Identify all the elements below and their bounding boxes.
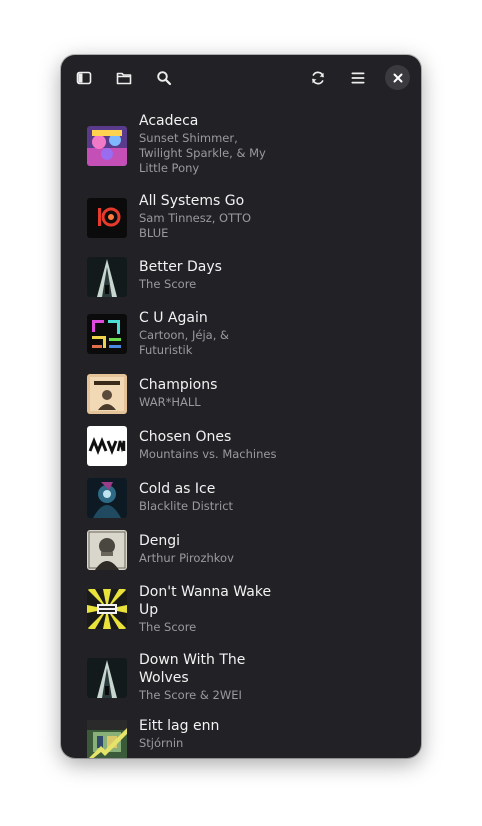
- track-text: C U Again Cartoon, Jéja, & Futuristik: [139, 309, 279, 358]
- track-row[interactable]: Champions WAR*HALL: [61, 364, 421, 416]
- album-art: [87, 257, 127, 297]
- track-row[interactable]: Better Days The Score: [61, 246, 421, 298]
- album-art: [87, 720, 127, 758]
- track-artist: Arthur Pirozhkov: [139, 551, 234, 565]
- sidebar-toggle-icon: [76, 71, 92, 85]
- track-row[interactable]: Acadeca Sunset Shimmer, Twilight Sparkle…: [61, 101, 421, 181]
- track-title: Eitt lag enn: [139, 718, 220, 734]
- track-row[interactable]: Dengi Arthur Pirozhkov: [61, 520, 421, 572]
- hamburger-menu-icon: [351, 72, 365, 84]
- refresh-icon: [312, 71, 324, 85]
- track-text: Eitt lag enn Stjórnin: [139, 717, 279, 751]
- track-row[interactable]: Chosen Ones Mountains vs. Machines: [61, 416, 421, 468]
- track-title: Don't Wanna Wake Up: [139, 584, 272, 618]
- track-title: Champions: [139, 377, 218, 393]
- track-artist: The Score & 2WEI: [139, 688, 242, 702]
- track-row[interactable]: Eitt lag enn Stjórnin: [61, 708, 421, 758]
- album-art: [87, 314, 127, 354]
- track-row[interactable]: Down With The Wolves The Score & 2WEI: [61, 640, 421, 708]
- track-list[interactable]: Acadeca Sunset Shimmer, Twilight Sparkle…: [61, 101, 421, 758]
- refresh-button[interactable]: [304, 64, 332, 92]
- search-icon: [157, 71, 172, 86]
- album-art: [87, 374, 127, 414]
- open-folder-button[interactable]: [110, 64, 138, 92]
- track-text: Down With The Wolves The Score & 2WEI: [139, 651, 279, 703]
- track-text: All Systems Go Sam Tinnesz, OTTO BLUE: [139, 192, 279, 241]
- app-window: Acadeca Sunset Shimmer, Twilight Sparkle…: [61, 55, 421, 758]
- album-art: [87, 426, 127, 466]
- track-text: Acadeca Sunset Shimmer, Twilight Sparkle…: [139, 112, 279, 176]
- track-artist: Mountains vs. Machines: [139, 447, 277, 461]
- track-row[interactable]: Don't Wanna Wake Up The Score: [61, 572, 421, 640]
- track-artist: Stjórnin: [139, 736, 184, 750]
- track-artist: The Score: [139, 277, 197, 291]
- album-art: [87, 589, 127, 629]
- track-title: Acadeca: [139, 113, 199, 129]
- track-artist: Blacklite District: [139, 499, 234, 513]
- close-icon: [393, 73, 402, 82]
- track-artist: WAR*HALL: [139, 395, 201, 409]
- track-artist: Sunset Shimmer, Twilight Sparkle, & My L…: [139, 131, 266, 175]
- track-artist: Sam Tinnesz, OTTO BLUE: [139, 211, 252, 240]
- track-text: Cold as Ice Blacklite District: [139, 480, 279, 514]
- album-art: [87, 530, 127, 570]
- album-art: [87, 478, 127, 518]
- header-bar: [61, 55, 421, 101]
- track-text: Dengi Arthur Pirozhkov: [139, 532, 279, 566]
- track-text: Don't Wanna Wake Up The Score: [139, 583, 279, 635]
- track-title: Dengi: [139, 533, 181, 549]
- track-title: Down With The Wolves: [139, 652, 246, 686]
- track-artist: Cartoon, Jéja, & Futuristik: [139, 328, 229, 357]
- track-title: Cold as Ice: [139, 481, 216, 497]
- track-text: Better Days The Score: [139, 258, 279, 292]
- search-button[interactable]: [150, 64, 178, 92]
- album-art: [87, 658, 127, 698]
- track-artist: The Score: [139, 620, 197, 634]
- album-art: [87, 126, 127, 166]
- track-title: Chosen Ones: [139, 429, 232, 445]
- track-row[interactable]: C U Again Cartoon, Jéja, & Futuristik: [61, 298, 421, 364]
- track-text: Champions WAR*HALL: [139, 376, 279, 410]
- album-art: [87, 198, 127, 238]
- track-row[interactable]: All Systems Go Sam Tinnesz, OTTO BLUE: [61, 181, 421, 246]
- track-row[interactable]: Cold as Ice Blacklite District: [61, 468, 421, 520]
- track-text: Chosen Ones Mountains vs. Machines: [139, 428, 279, 462]
- track-title: Better Days: [139, 259, 222, 275]
- track-title: C U Again: [139, 310, 208, 326]
- main-menu-button[interactable]: [344, 64, 372, 92]
- sidebar-toggle-button[interactable]: [70, 64, 98, 92]
- track-title: All Systems Go: [139, 193, 245, 209]
- folder-icon: [116, 72, 132, 85]
- close-button[interactable]: [385, 65, 410, 90]
